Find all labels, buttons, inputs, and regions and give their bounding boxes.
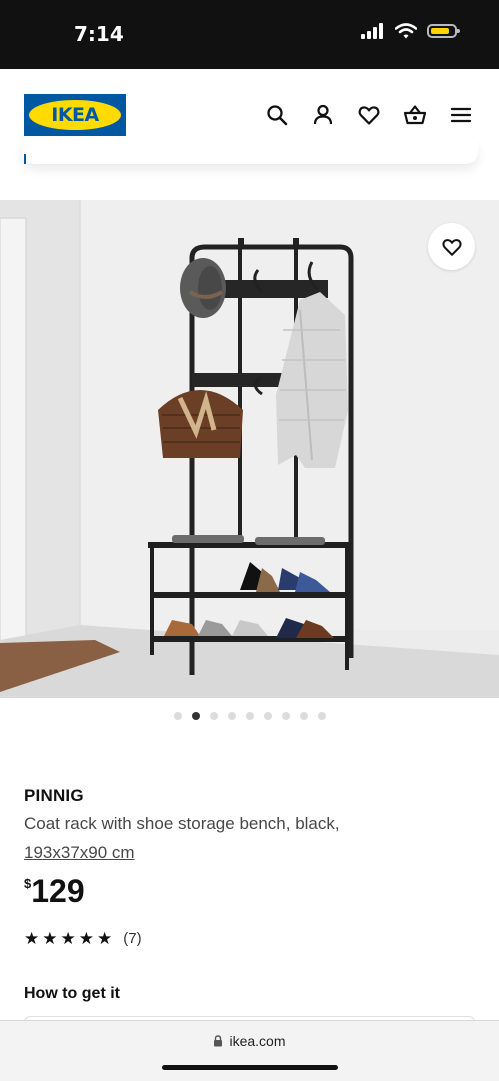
cellular-signal-icon — [361, 23, 383, 39]
star-icon: ★ — [78, 929, 94, 948]
browser-url-bar[interactable]: ikea.com — [0, 1020, 499, 1081]
status-bar: 7:14 — [0, 0, 499, 69]
product-size-link[interactable]: 193x37x90 cm — [24, 843, 135, 863]
price-value: 129 — [31, 873, 85, 909]
favourite-button[interactable] — [428, 223, 475, 270]
ikea-logo[interactable]: IKEA — [24, 94, 126, 136]
heart-icon[interactable] — [357, 103, 381, 127]
pagination-dot[interactable] — [191, 712, 200, 720]
pagination-dot[interactable] — [227, 712, 236, 720]
search-icon[interactable] — [265, 103, 289, 127]
home-indicator — [162, 1065, 338, 1070]
product-name: PINNIG — [24, 786, 84, 805]
image-pagination — [0, 712, 499, 720]
rating-count: (7) — [123, 930, 142, 947]
how-to-get-title: How to get it — [24, 985, 120, 1002]
pagination-dot[interactable] — [317, 712, 326, 720]
status-time: 7:14 — [74, 22, 124, 46]
pagination-dot[interactable] — [281, 712, 290, 720]
star-icon: ★ — [97, 929, 113, 948]
product-image[interactable] — [0, 200, 499, 698]
status-icons — [361, 23, 460, 39]
star-icon: ★ — [60, 929, 76, 948]
logo-text: IKEA — [51, 104, 99, 126]
star-icon: ★ — [24, 929, 40, 948]
wifi-icon — [395, 23, 417, 39]
product-price: $129 — [24, 873, 85, 910]
product-description: Coat rack with shoe storage bench, black… — [24, 814, 340, 833]
product-rating[interactable]: ★ ★ ★ ★ ★ (7) — [24, 930, 142, 947]
basket-icon[interactable] — [403, 103, 427, 127]
lock-icon — [214, 1035, 223, 1047]
pagination-dot[interactable] — [173, 712, 182, 720]
pagination-dot[interactable] — [245, 712, 254, 720]
pagination-dot[interactable] — [299, 712, 308, 720]
person-icon[interactable] — [311, 103, 335, 127]
battery-icon — [427, 24, 460, 38]
star-icon: ★ — [42, 929, 58, 948]
price-currency: $ — [24, 876, 32, 891]
product-photo — [0, 200, 499, 698]
pagination-dot[interactable] — [209, 712, 218, 720]
hamburger-icon[interactable] — [449, 103, 473, 127]
url-text: ikea.com — [229, 1033, 286, 1049]
header-actions — [265, 103, 473, 127]
collapsed-banner — [22, 140, 478, 164]
heart-icon — [441, 238, 462, 256]
pagination-dot[interactable] — [263, 712, 272, 720]
